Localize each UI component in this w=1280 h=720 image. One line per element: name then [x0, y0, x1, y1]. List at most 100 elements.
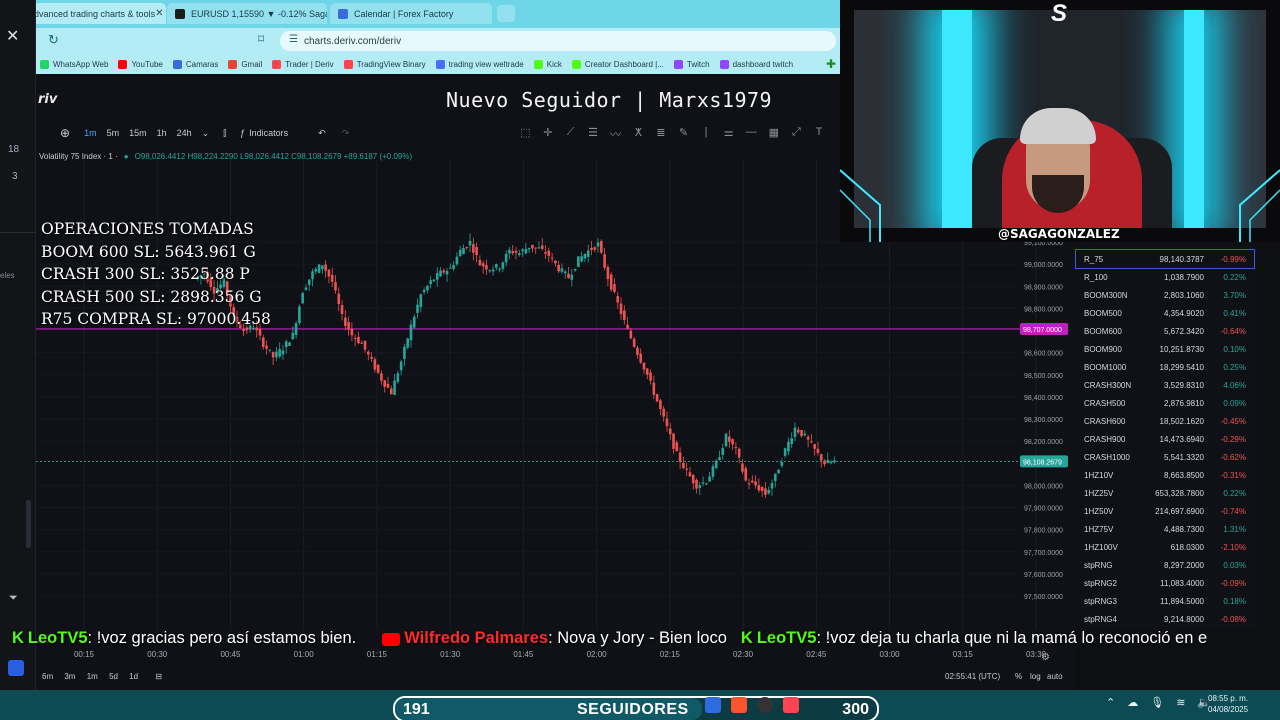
indicators-button[interactable]: Indicators	[249, 128, 288, 138]
bookmark-item[interactable]: WhatsApp Web	[40, 59, 108, 69]
watchlist-row[interactable]: stpRNG2 11,083.4000 -0.09%	[1076, 574, 1254, 592]
watchlist-row[interactable]: R_75 98,140.3787 -0.99%	[1075, 249, 1255, 269]
bookmark-item[interactable]: Camaras	[172, 59, 218, 69]
watchlist-row[interactable]: stpRNG 8,297.2000 0.03%	[1076, 556, 1254, 574]
watchlist-row[interactable]: CRASH1000 5,541.3320 -0.62%	[1076, 448, 1254, 466]
cloud-icon[interactable]: ☁	[1127, 696, 1138, 709]
percent-scale-toggle[interactable]: %	[1015, 672, 1022, 681]
bookmark-item[interactable]: Trader | Deriv	[272, 59, 334, 69]
add-symbol-icon[interactable]: ⊕	[60, 126, 70, 140]
timeframe-5m[interactable]: 5m	[107, 128, 120, 138]
deriv-app-icon[interactable]	[783, 697, 799, 713]
bookmark-item[interactable]: YouTube	[118, 59, 163, 69]
channel-icon[interactable]: ☰	[582, 126, 605, 142]
microphone-icon[interactable]: 🎙	[1150, 696, 1164, 709]
url-field[interactable]: ☰ charts.deriv.com/deriv	[280, 31, 836, 51]
bookmark-icon[interactable]: ⌑	[258, 32, 264, 46]
undo-icon[interactable]: ↶	[318, 128, 326, 139]
operation-line: CRASH 300 SL: 3525.88 P	[41, 265, 250, 283]
watchlist-row[interactable]: 1HZ10V 8,663.8500 -0.31%	[1076, 466, 1254, 484]
panel-scrollbar[interactable]	[26, 500, 31, 548]
tray-chevron-up-icon[interactable]: ⌃	[1106, 696, 1115, 709]
candle-body	[787, 441, 790, 452]
watchlist-row[interactable]: 1HZ25V 653,328.7800 0.22%	[1076, 484, 1254, 502]
indicators-icon[interactable]: ƒ	[240, 128, 245, 138]
watchlist-row[interactable]: CRASH900 14,473.6940 -0.29%	[1076, 430, 1254, 448]
levels-icon[interactable]: ⚌	[717, 126, 740, 142]
range-5d[interactable]: 5d	[109, 672, 118, 681]
timeframe-15m[interactable]: 15m	[129, 128, 147, 138]
pen-icon[interactable]: ✎	[672, 126, 695, 142]
watchlist-row[interactable]: R_100 1,038.7900 0.22%	[1076, 268, 1254, 286]
watchlist-row[interactable]: stpRNG3 11,894.5000 0.18%	[1076, 592, 1254, 610]
brush-icon[interactable]: 〰	[604, 126, 627, 142]
bookmark-item[interactable]: trading view weltrade	[435, 59, 524, 69]
auto-scale-toggle[interactable]: auto	[1047, 672, 1063, 681]
watchlist-row[interactable]: CRASH300N 3,529.8310 4.06%	[1076, 376, 1254, 394]
brave-app-icon[interactable]	[731, 697, 747, 713]
watchlist-row[interactable]: 1HZ75V 4,488.7300 1.31%	[1076, 520, 1254, 538]
close-panel-icon[interactable]: ✕	[6, 26, 19, 46]
log-scale-toggle[interactable]: log	[1030, 672, 1041, 681]
text-icon[interactable]: T	[808, 126, 831, 142]
watchlist-row[interactable]: CRASH500 2,876.9810 0.09%	[1076, 394, 1254, 412]
watchlist-change: 0.22%	[1223, 272, 1246, 282]
chevron-down-icon[interactable]: ⌄	[202, 128, 210, 139]
reload-icon[interactable]: ↻	[48, 32, 59, 48]
zoom-app-icon[interactable]	[705, 697, 721, 713]
cursor-icon[interactable]: ✛	[537, 126, 560, 142]
tab-eurusd[interactable]: EURUSD 1,15590 ▼ -0.12% Saga	[167, 3, 327, 24]
grid-icon[interactable]: ▦	[763, 126, 786, 142]
date-range-icon[interactable]: ⊟	[155, 672, 162, 681]
obs-app-icon[interactable]	[757, 697, 773, 713]
trendline-icon[interactable]: ⟋	[559, 126, 582, 142]
bookmark-item[interactable]: Creator Dashboard |...	[571, 59, 664, 69]
crosshair-select-icon[interactable]: ⬚	[514, 126, 537, 142]
bookmark-item[interactable]: Twitch	[673, 59, 710, 69]
watchlist-row[interactable]: BOOM300N 2,803.1060 3.70%	[1076, 286, 1254, 304]
candle-body	[475, 247, 478, 256]
watchlist-row[interactable]: 1HZ50V 214,697.6900 -0.74%	[1076, 502, 1254, 520]
watchlist-row[interactable]: BOOM600 5,672.3420 -0.64%	[1076, 322, 1254, 340]
timeframe-1m[interactable]: 1m	[84, 128, 97, 138]
bookmark-item[interactable]: TradingView Binary	[343, 59, 426, 69]
candles-icon[interactable]: ⫿	[223, 128, 226, 139]
vertical-line-icon[interactable]: |	[695, 126, 718, 142]
kick-app-icon[interactable]	[8, 660, 24, 676]
redo-icon[interactable]: ↷	[342, 128, 350, 139]
system-clock[interactable]: 08:55 p. m. 04/08/2025	[1208, 693, 1248, 715]
watchlist-row[interactable]: BOOM900 10,251.8730 0.10%	[1076, 340, 1254, 358]
watchlist-row[interactable]: BOOM1000 18,299.5410 0.25%	[1076, 358, 1254, 376]
fib-icon[interactable]: ≣	[650, 126, 673, 142]
chart-settings-icon[interactable]: ⚙	[1041, 652, 1050, 663]
pattern-icon[interactable]: ⵅ	[627, 126, 650, 142]
ray-icon[interactable]: ⤢	[785, 126, 808, 142]
add-bookmark-icon[interactable]: ✚	[826, 57, 836, 71]
bookmark-item[interactable]: Gmail	[228, 59, 262, 69]
timeframe-1h[interactable]: 1h	[157, 128, 167, 138]
time-axis[interactable]: 00:15 00:30 00:45 01:00 01:15 01:30 01:45 02:00…	[36, 650, 1076, 664]
candle-body	[435, 273, 439, 280]
range-1d[interactable]: 1d	[129, 672, 138, 681]
new-tab-button[interactable]	[497, 5, 515, 22]
bookmark-item[interactable]: Kick	[533, 59, 562, 69]
range-3m[interactable]: 3m	[64, 672, 75, 681]
horizontal-line-icon[interactable]: —	[740, 126, 763, 142]
range-1m[interactable]: 1m	[87, 672, 98, 681]
watchlist-row[interactable]: 1HZ100V 618.0300 -2.10%	[1076, 538, 1254, 556]
close-tab-icon[interactable]: ✕	[155, 8, 163, 19]
follower-count: 191	[403, 701, 430, 718]
wifi-icon[interactable]: ≋	[1176, 696, 1185, 709]
price-tick-label: 97,500.0000	[1024, 594, 1063, 601]
candle-body	[547, 250, 551, 256]
site-settings-icon[interactable]: ☰	[289, 34, 298, 45]
timeframe-24h[interactable]: 24h	[177, 128, 192, 138]
bookmark-item[interactable]: dashboard twitch	[719, 59, 793, 69]
watchlist-row[interactable]: BOOM500 4,354.9020 0.41%	[1076, 304, 1254, 322]
watchlist-symbol: CRASH300N	[1084, 380, 1132, 390]
filter-icon[interactable]: ⏷	[9, 592, 18, 605]
watchlist-row[interactable]: CRASH600 18,502.1620 -0.45%	[1076, 412, 1254, 430]
tab-forex-factory[interactable]: Calendar | Forex Factory	[330, 3, 492, 24]
candle-body	[278, 349, 281, 357]
range-6m[interactable]: 6m	[42, 672, 53, 681]
